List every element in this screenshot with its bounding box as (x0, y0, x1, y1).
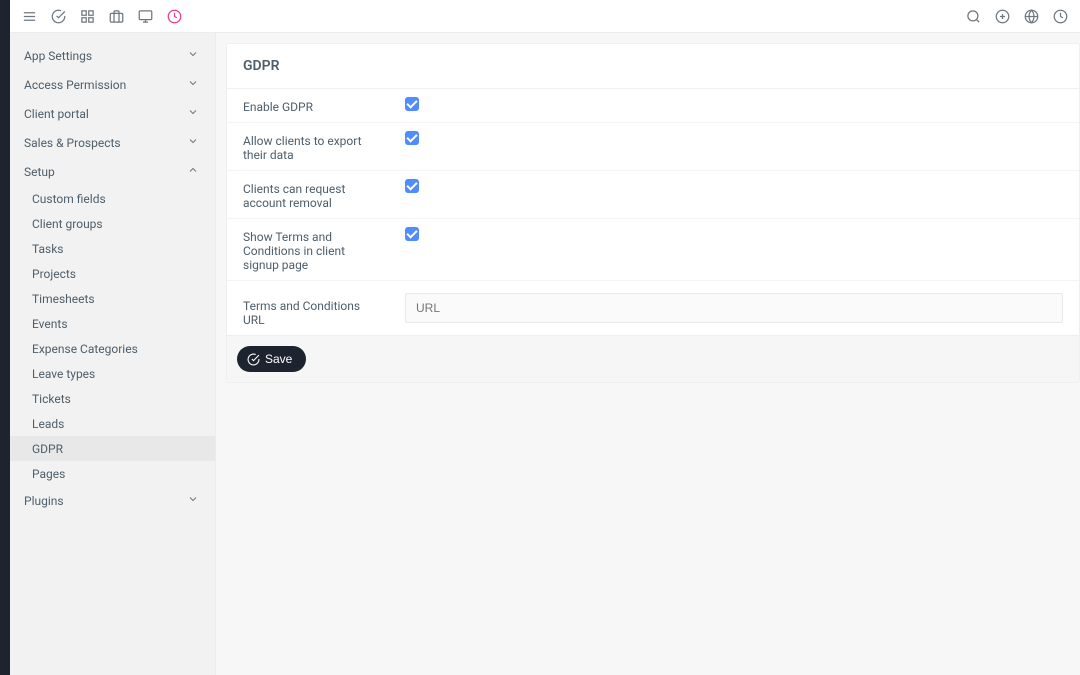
terms-url-row: Terms and Conditions URL (227, 280, 1079, 335)
sidebar-item-projects[interactable]: Projects (10, 261, 215, 286)
search-icon[interactable] (966, 9, 981, 24)
chevron-up-icon (187, 164, 199, 179)
sidebar-section-app-settings[interactable]: App Settings (10, 41, 215, 70)
terms-url-label: Terms and Conditions URL (243, 289, 393, 327)
sidebar-item-gdpr[interactable]: GDPR (10, 436, 215, 461)
left-nav-strip (0, 0, 10, 675)
sidebar-item-leave-types[interactable]: Leave types (10, 361, 215, 386)
sidebar-section-plugins[interactable]: Plugins (10, 486, 215, 515)
sidebar-item-leads[interactable]: Leads (10, 411, 215, 436)
form-row-label: Allow clients to export their data (243, 131, 393, 162)
sidebar-section-label: Access Permission (24, 78, 126, 92)
check-circle-icon (247, 353, 260, 366)
globe-icon[interactable] (1024, 9, 1039, 24)
chevron-down-icon (187, 135, 199, 150)
sidebar-section-setup[interactable]: Setup (10, 157, 215, 186)
grid-icon[interactable] (80, 9, 95, 24)
clock-alert-icon[interactable] (167, 9, 182, 24)
checkbox-clients-can-request-account-removal[interactable] (405, 179, 419, 193)
chevron-down-icon (187, 493, 199, 508)
sidebar-section-client-portal[interactable]: Client portal (10, 99, 215, 128)
menu-icon[interactable] (22, 9, 37, 24)
sidebar-section-label: Client portal (24, 107, 89, 121)
checkbox-show-terms-and-conditions-in-client-signup-page[interactable] (405, 227, 419, 241)
sidebar-item-tasks[interactable]: Tasks (10, 236, 215, 261)
form-row: Enable GDPR (227, 89, 1079, 122)
save-button[interactable]: Save (237, 346, 306, 372)
form-row-label: Show Terms and Conditions in client sign… (243, 227, 393, 272)
sidebar: App Settings Access Permission Client port… (10, 33, 216, 675)
sidebar-section-label: App Settings (24, 49, 92, 63)
chevron-down-icon (187, 106, 199, 121)
page-title: GDPR (227, 44, 1079, 89)
briefcase-icon[interactable] (109, 9, 124, 24)
terms-url-input[interactable] (405, 293, 1063, 323)
sidebar-item-custom-fields[interactable]: Custom fields (10, 186, 215, 211)
sidebar-section-label: Sales & Prospects (24, 136, 121, 150)
sidebar-item-events[interactable]: Events (10, 311, 215, 336)
sidebar-section-label: Setup (24, 165, 55, 179)
plus-circle-icon[interactable] (995, 9, 1010, 24)
clock-icon[interactable] (1053, 9, 1068, 24)
form-row-label: Enable GDPR (243, 97, 393, 114)
sidebar-item-pages[interactable]: Pages (10, 461, 215, 486)
chevron-down-icon (187, 48, 199, 63)
check-circle-icon[interactable] (51, 9, 66, 24)
sidebar-item-expense-categories[interactable]: Expense Categories (10, 336, 215, 361)
form-row: Allow clients to export their data (227, 122, 1079, 170)
form-row: Clients can request account removal (227, 170, 1079, 218)
save-button-label: Save (265, 352, 292, 366)
checkbox-allow-clients-to-export-their-data[interactable] (405, 131, 419, 145)
monitor-icon[interactable] (138, 9, 153, 24)
gdpr-card: GDPR Enable GDPR Allow clients to export … (226, 43, 1080, 383)
main-content: GDPR Enable GDPR Allow clients to export … (216, 33, 1080, 675)
chevron-down-icon (187, 77, 199, 92)
top-bar (10, 0, 1080, 33)
form-row: Show Terms and Conditions in client sign… (227, 218, 1079, 280)
checkbox-enable-gdpr[interactable] (405, 97, 419, 111)
form-row-label: Clients can request account removal (243, 179, 393, 210)
sidebar-item-tickets[interactable]: Tickets (10, 386, 215, 411)
sidebar-item-client-groups[interactable]: Client groups (10, 211, 215, 236)
sidebar-section-sales-prospects[interactable]: Sales & Prospects (10, 128, 215, 157)
sidebar-item-timesheets[interactable]: Timesheets (10, 286, 215, 311)
sidebar-section-label: Plugins (24, 494, 64, 508)
card-footer: Save (227, 335, 1079, 382)
sidebar-section-access-permission[interactable]: Access Permission (10, 70, 215, 99)
